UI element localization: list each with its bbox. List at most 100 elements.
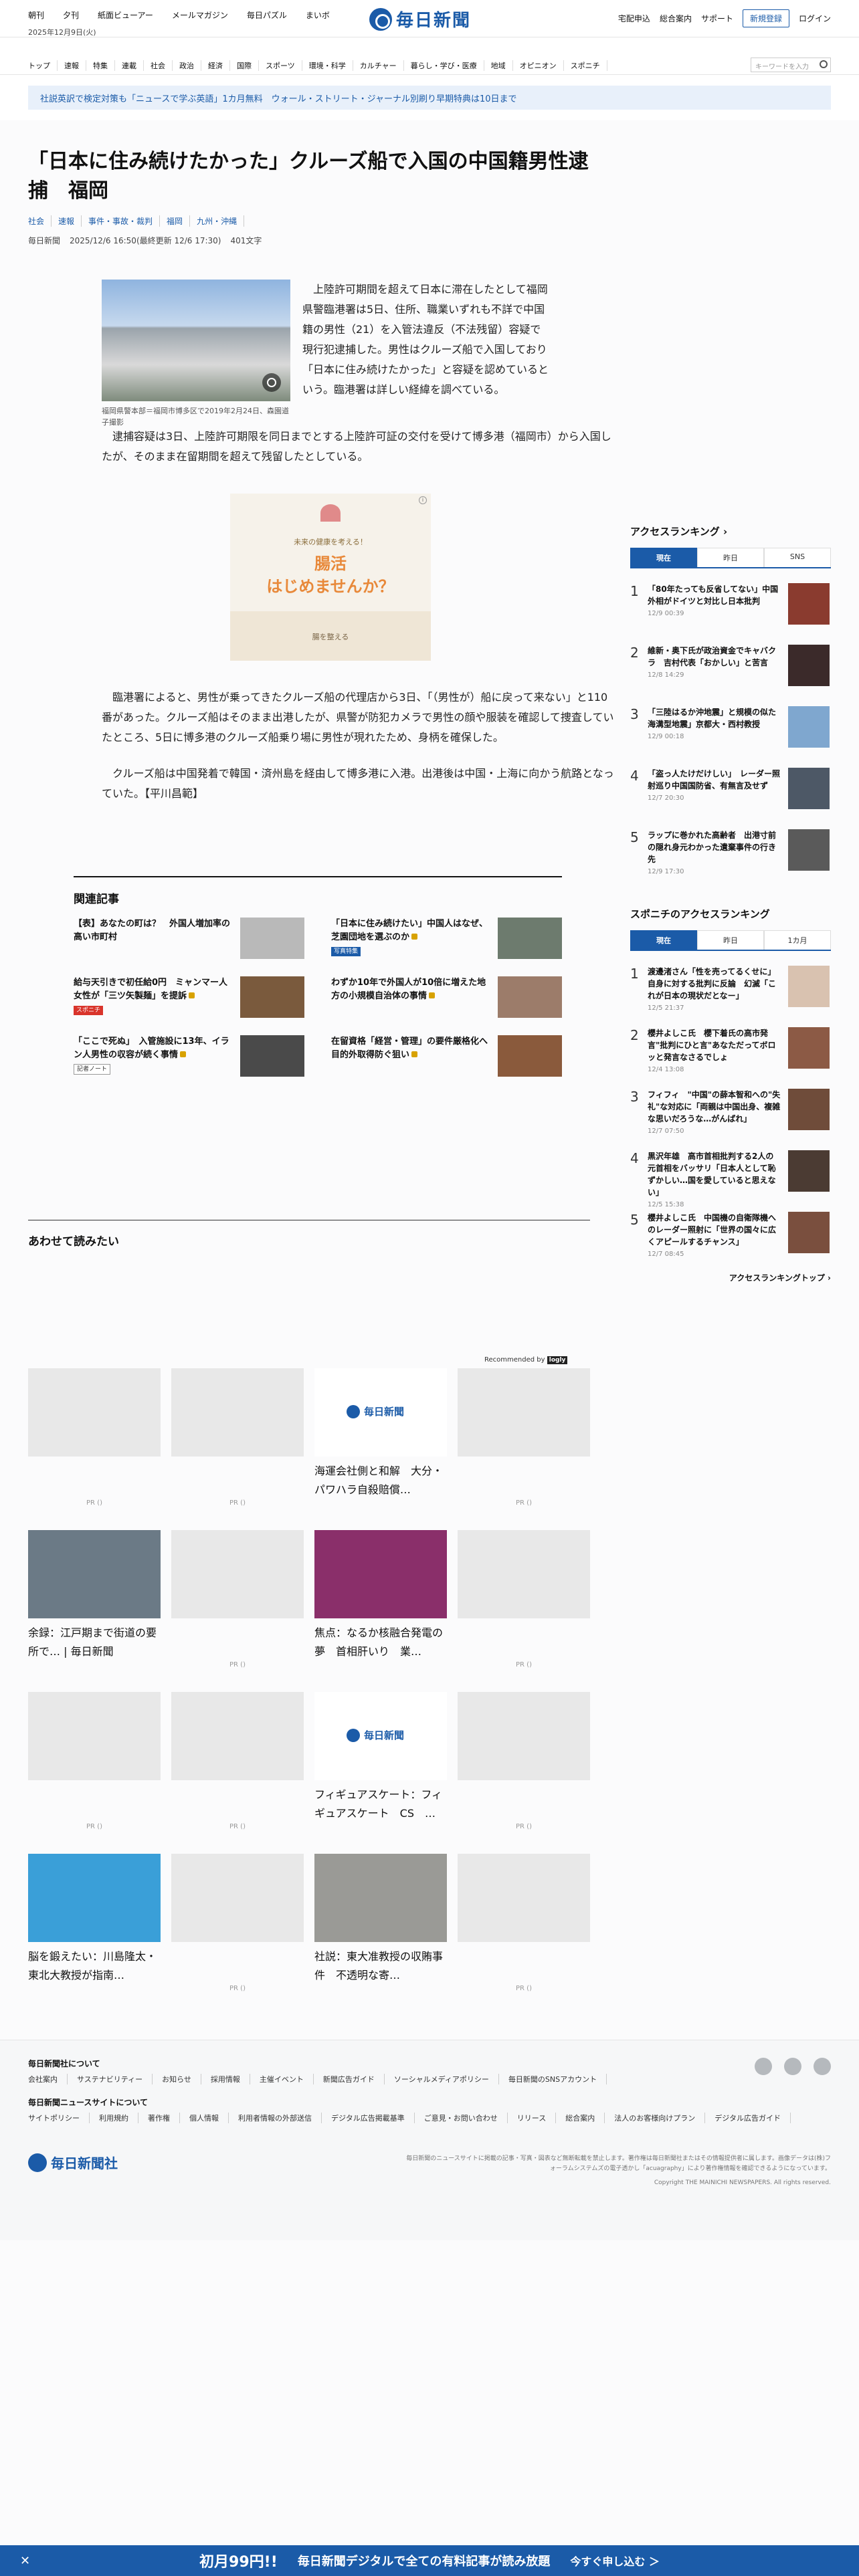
related-article[interactable]: 給与天引きで初任給0円 ミャンマー人女性が「三ツ矢製麺」を提訴 スポニチ <box>74 976 304 1021</box>
footer-link[interactable]: 法人のお客様向けプラン <box>605 2113 706 2123</box>
tab-month[interactable]: 1カ月 <box>764 930 831 950</box>
tab-yesterday[interactable]: 昨日 <box>697 548 764 567</box>
nav-item[interactable]: 速報 <box>58 60 86 71</box>
footer-link[interactable]: リリース <box>508 2113 557 2123</box>
footer-link[interactable]: 新聞広告ガイド <box>314 2074 385 2084</box>
recommended-item[interactable]: PR () <box>458 1530 590 1669</box>
ranking-heading[interactable]: アクセスランキング › <box>630 524 831 538</box>
tab-now[interactable]: 現在 <box>630 930 697 950</box>
recommended-thumbnail[interactable]: 毎日新聞 <box>314 1368 447 1457</box>
recommended-thumbnail[interactable] <box>28 1854 161 1942</box>
ranking-item[interactable]: 4 「盗っ人たけだけしい」 レーダー照射巡り中国国防省、有無言及せず 12/7 20… <box>630 768 831 815</box>
rss-icon[interactable] <box>814 2058 831 2075</box>
recommended-thumbnail[interactable] <box>28 1530 161 1618</box>
footer-link[interactable]: 主催イベント <box>250 2074 314 2084</box>
recommended-thumbnail[interactable] <box>458 1368 590 1457</box>
top-link[interactable]: 朝刊 <box>28 9 54 21</box>
related-thumbnail[interactable] <box>240 1035 304 1077</box>
ranking-item[interactable]: 3 「三陸はるか沖地震」と規模の似た海溝型地震」京都大・西村教授 12/9 00:1… <box>630 706 831 753</box>
footer-link[interactable]: ご意見・お問い合わせ <box>415 2113 508 2123</box>
recommended-thumbnail[interactable]: 毎日新聞 <box>314 1692 447 1780</box>
tag-link[interactable]: 九州・沖縄 <box>190 215 245 227</box>
close-icon[interactable]: ✕ <box>20 2554 30 2568</box>
nav-item[interactable]: 地域 <box>484 60 513 71</box>
ranking-item[interactable]: 1 「80年たっても反省してない」中国外相がドイツと対比し日本批判 12/9 00:… <box>630 583 831 630</box>
recommended-thumbnail[interactable] <box>28 1692 161 1780</box>
recommended-item[interactable]: PR () <box>458 1368 590 1507</box>
login-link[interactable]: ログイン <box>799 13 831 24</box>
related-article[interactable]: 在留資格「経営・管理」の要件厳格化へ 目的外取得防ぐ狙い <box>331 1035 562 1079</box>
zoom-icon[interactable] <box>262 373 281 392</box>
recommended-item[interactable]: PR () <box>28 1368 161 1507</box>
recommended-item[interactable]: 余録：江戸期まで街道の要所で… | 毎日新聞 <box>28 1530 161 1661</box>
footer-link[interactable]: 毎日新聞のSNSアカウント <box>499 2074 607 2084</box>
footer-link[interactable]: 会社案内 <box>28 2074 68 2084</box>
footer-link[interactable]: ソーシャルメディアポリシー <box>385 2074 499 2084</box>
footer-link[interactable]: 採用情報 <box>201 2074 250 2084</box>
tag-link[interactable]: 福岡 <box>160 215 191 227</box>
tab-yesterday[interactable]: 昨日 <box>697 930 764 950</box>
related-article[interactable]: わずか10年で外国人が10倍に増えた地方の小規模自治体の事情 <box>331 976 562 1021</box>
recommended-thumbnail[interactable] <box>314 1530 447 1618</box>
recommended-thumbnail[interactable] <box>314 1854 447 1942</box>
footer-link[interactable]: 著作権 <box>138 2113 180 2123</box>
recommended-thumbnail[interactable] <box>458 1854 590 1942</box>
top-link[interactable]: 毎日パズル <box>247 9 296 21</box>
recommended-thumbnail[interactable] <box>171 1368 304 1457</box>
subscribe-link[interactable]: 宅配申込 <box>618 13 650 24</box>
nav-item[interactable]: 国際 <box>230 60 259 71</box>
footer-link[interactable]: サイトポリシー <box>28 2113 90 2123</box>
recommended-item[interactable]: PR () <box>171 1368 304 1507</box>
related-thumbnail[interactable] <box>498 1035 562 1077</box>
guide-link[interactable]: 総合案内 <box>660 13 692 24</box>
recommended-item[interactable]: PR () <box>28 1692 161 1830</box>
related-thumbnail[interactable] <box>498 918 562 959</box>
nav-item[interactable]: スポニチ <box>564 60 607 71</box>
tab-now[interactable]: 現在 <box>630 548 697 567</box>
top-link[interactable]: まいボ <box>306 9 339 21</box>
ranking-item[interactable]: 2 維新・奥下氏が政治資金でキャバクラ 吉村代表「おかしい」と苦言 12/8 14:… <box>630 645 831 691</box>
ranking-item[interactable]: 3 フィフィ "中国"の薛本智和への"失礼"な対応に「両親は中国出身、複雑な思いだ… <box>630 1089 831 1136</box>
support-link[interactable]: サポート <box>701 13 733 24</box>
footer-link[interactable]: デジタル広告ガイド <box>705 2113 791 2123</box>
site-logo[interactable]: 毎日新聞 <box>369 7 471 31</box>
nav-item[interactable]: 特集 <box>86 60 115 71</box>
recommended-item[interactable]: PR () <box>458 1854 590 1992</box>
ranking-item[interactable]: 1 渡邊渚さん「性を売ってるくせに」自身に対する批判に反論 幻滅「これが日本の現状… <box>630 966 831 1012</box>
nav-item[interactable]: 連載 <box>115 60 144 71</box>
promo-banner[interactable]: 社説英訳で検定対策も「ニュースで学ぶ英語」1カ月無料 ウォール・ストリート・ジャ… <box>28 86 831 110</box>
recommended-item[interactable]: 社説：東大准教授の収賄事件 不透明な寄… <box>314 1854 447 1985</box>
recommended-item[interactable]: 毎日新聞 フィギュアスケート：フィギュアスケート CS … <box>314 1692 447 1823</box>
article-photo[interactable] <box>102 280 290 401</box>
related-article[interactable]: 「日本に住み続けたい」中国人はなぜ、芝園団地を選ぶのか 写真特集 <box>331 918 562 962</box>
footer-link[interactable]: 個人情報 <box>180 2113 229 2123</box>
nav-item[interactable]: トップ <box>28 60 58 71</box>
nav-item[interactable]: スポーツ <box>259 60 302 71</box>
ranking-top-link[interactable]: アクセスランキングトップ › <box>630 1272 831 1283</box>
ranking-item[interactable]: 2 櫻井よしこ氏 櫻下着氏の高市発言"批判にひと言"あなただってボロッと発言なさる… <box>630 1027 831 1074</box>
ranking-item[interactable]: 4 黒沢年雄 高市首相批判する2人の元首相をバッサリ「日本人として恥ずかしい…国を… <box>630 1150 831 1208</box>
register-button[interactable]: 新規登録 <box>742 9 789 27</box>
related-article[interactable]: 【表】あなたの町は？ 外国人増加率の高い市町村 <box>74 918 304 962</box>
related-article[interactable]: 「ここで死ぬ」 入管施設に13年、イラン人男性の収容が続く事情 記者ノート <box>74 1035 304 1079</box>
tag-link[interactable]: 速報 <box>52 215 82 227</box>
related-thumbnail[interactable] <box>240 976 304 1018</box>
top-link[interactable]: 紙面ビューアー <box>98 9 163 21</box>
ad-info-icon[interactable]: i <box>419 496 427 504</box>
related-thumbnail[interactable] <box>498 976 562 1018</box>
subscription-banner[interactable]: ✕ 初月99円!! 毎日新聞デジタルで全ての有料記事が読み放題 今すぐ申し込む … <box>0 2545 859 2576</box>
recommended-thumbnail[interactable] <box>171 1530 304 1618</box>
tab-sns[interactable]: SNS <box>764 548 831 567</box>
recommended-thumbnail[interactable] <box>171 1854 304 1942</box>
recommended-thumbnail[interactable] <box>28 1368 161 1457</box>
recommended-thumbnail[interactable] <box>458 1530 590 1618</box>
footer-link[interactable]: 利用規約 <box>90 2113 138 2123</box>
search-input[interactable]: キーワードを入力 <box>751 58 831 72</box>
subscribe-cta[interactable]: 今すぐ申し込む ＞ <box>570 2553 660 2569</box>
ranking-item[interactable]: 5 櫻井よしこ氏 中国機の自衛隊機へのレーダー照射に「世界の国々に広くアピールする… <box>630 1212 831 1259</box>
nav-item[interactable]: オピニオン <box>513 60 564 71</box>
nav-item[interactable]: 政治 <box>173 60 201 71</box>
recommended-thumbnail[interactable] <box>458 1692 590 1780</box>
tag-link[interactable]: 社会 <box>28 215 52 227</box>
nav-item[interactable]: 社会 <box>144 60 173 71</box>
